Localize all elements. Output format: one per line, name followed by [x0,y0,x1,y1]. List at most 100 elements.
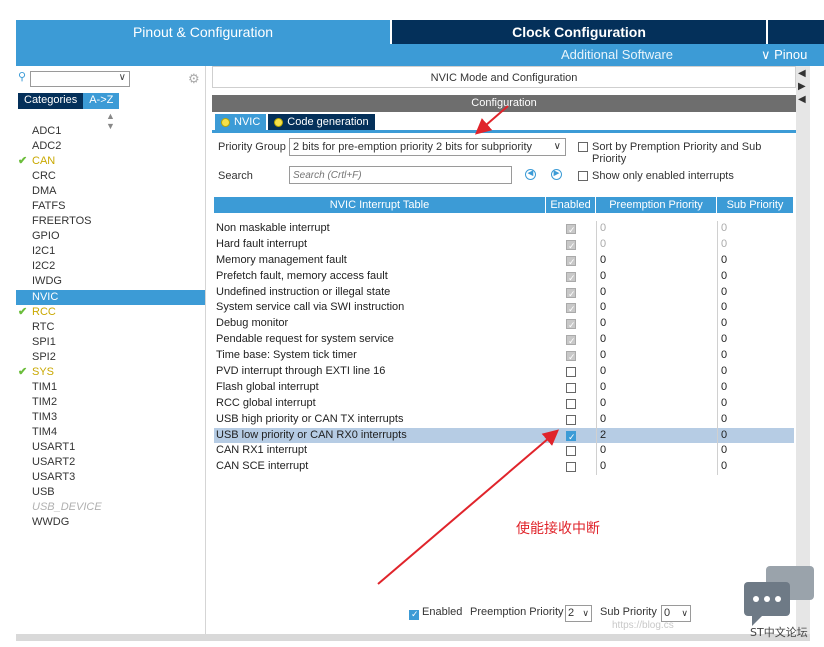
column-header-enabled[interactable]: Enabled [546,197,596,213]
horizontal-scrollbar[interactable] [16,634,810,641]
table-row[interactable]: CAN SCE interrupt 0 0 [214,459,794,476]
sidebar-item-can[interactable]: ✔ CAN [16,154,205,169]
sub-priority-cell[interactable]: 0 [717,348,794,365]
tab-pinout-view[interactable]: ∨ Pinou [761,47,807,63]
sidebar-item-usart3[interactable]: USART3 [16,470,205,485]
sidebar-item-usart2[interactable]: USART2 [16,455,205,470]
enabled-checkbox[interactable] [566,430,576,445]
preemption-priority-cell[interactable]: 0 [596,332,717,349]
sub-priority-cell[interactable]: 0 [717,379,794,396]
sub-priority-cell[interactable]: 0 [717,252,794,269]
enabled-checkbox[interactable] [566,367,576,378]
tab-pinout-configuration[interactable]: Pinout & Configuration [16,20,390,44]
table-row[interactable]: Debug monitor 00 [214,316,794,334]
sidebar-item-usart1[interactable]: USART1 [16,440,205,455]
sub-priority-cell[interactable]: 0 [717,459,794,476]
preemption-priority-cell[interactable]: 0 [596,379,717,396]
column-header-name[interactable]: NVIC Interrupt Table [214,197,546,213]
sidebar-item-freertos[interactable]: FREERTOS [16,214,205,229]
sidebar-item-tim4[interactable]: TIM4 [16,425,205,440]
sidebar-item-sys[interactable]: ✔ SYS [16,365,205,380]
sidebar-item-wwdg[interactable]: WWDG [16,515,205,530]
priority-group-select[interactable]: 2 bits for pre-emption priority 2 bits f… [289,138,566,156]
sidebar-item-usb[interactable]: USB [16,485,205,500]
table-row[interactable]: RCC global interrupt 0 0 [214,395,794,412]
sidebar-item-i2c1[interactable]: I2C1 [16,244,205,259]
sidebar-item-tim3[interactable]: TIM3 [16,410,205,425]
sub-priority-cell[interactable]: 0 [717,332,794,349]
enabled-checkbox[interactable] [566,382,576,393]
expand-icon[interactable]: ▶ [798,81,806,92]
table-row[interactable]: Hard fault interrupt 00 [214,236,794,255]
sidebar-item-nvic[interactable]: NVIC [16,289,205,305]
preemption-priority-cell[interactable]: 0 [596,348,717,365]
preemption-priority-cell[interactable]: 0 [596,236,717,253]
sub-priority-cell[interactable]: 0 [717,427,794,444]
collapse-icon[interactable]: ◀ [798,68,806,79]
table-row[interactable]: Memory management fault 00 [214,252,794,271]
preemption-priority-cell[interactable]: 0 [596,411,717,428]
sidebar-item-spi1[interactable]: SPI1 [16,335,205,350]
preemption-priority-cell[interactable]: 0 [596,300,717,317]
preemption-priority-cell[interactable]: 0 [596,395,717,412]
preemption-priority-cell[interactable]: 0 [596,443,717,460]
sub-priority-cell[interactable]: 0 [717,395,794,412]
sub-priority-cell[interactable]: 0 [717,236,794,253]
preemption-priority-cell[interactable]: 0 [596,268,717,285]
interrupt-search-input[interactable] [290,167,511,183]
tab-categories[interactable]: Categories [18,93,84,109]
sidebar-item-i2c2[interactable]: I2C2 [16,259,205,274]
bottom-enabled-checkbox[interactable] [409,609,419,620]
sidebar-item-usb-device[interactable]: USB_DEVICE [16,500,205,515]
sub-priority-cell[interactable]: 0 [717,221,794,237]
table-row[interactable]: Time base: System tick timer 00 [214,348,794,366]
tab-nvic[interactable]: NVIC [215,114,267,130]
sidebar-item-iwdg[interactable]: IWDG [16,274,205,289]
enabled-checkbox[interactable] [566,398,576,409]
tab-additional-software[interactable]: Additional Software [561,47,673,62]
preemption-priority-cell[interactable]: 0 [596,252,717,269]
tab-clock-configuration[interactable]: Clock Configuration [392,20,766,44]
preemption-priority-cell[interactable]: 0 [596,284,717,301]
preemption-priority-cell[interactable]: 0 [596,459,717,476]
sidebar-item-tim2[interactable]: TIM2 [16,395,205,410]
gear-icon[interactable]: ⚙ [188,71,200,87]
search-next-icon[interactable]: ▶ [551,169,562,180]
table-row[interactable]: Undefined instruction or illegal state 00 [214,284,794,302]
sub-priority-cell[interactable]: 0 [717,268,794,285]
sub-priority-cell[interactable]: 0 [717,284,794,301]
sidebar-item-rtc[interactable]: RTC [16,320,205,335]
preemption-priority-cell[interactable]: 0 [596,316,717,333]
sidebar-item-crc[interactable]: CRC [16,169,205,184]
sub-priority-cell[interactable]: 0 [717,300,794,317]
table-row[interactable]: PVD interrupt through EXTI line 16 0 0 [214,364,794,380]
sort-priority-checkbox[interactable] [578,142,588,152]
sidebar-item-spi2[interactable]: SPI2 [16,350,205,365]
preemption-priority-cell[interactable]: 0 [596,364,717,380]
show-enabled-checkbox[interactable] [578,171,588,181]
sidebar-item-fatfs[interactable]: FATFS [16,199,205,214]
search-prev-icon[interactable]: ◀ [525,169,536,180]
preemption-priority-cell[interactable]: 2 [596,427,717,444]
table-row[interactable]: Prefetch fault, memory access fault 00 [214,268,794,287]
table-row[interactable]: CAN RX1 interrupt 0 0 [214,443,794,460]
preemption-priority-cell[interactable]: 0 [596,221,717,237]
sidebar-item-rcc[interactable]: ✔ RCC [16,305,205,320]
sidebar-item-adc2[interactable]: ADC2 [16,139,205,154]
tab-code-generation[interactable]: Code generation [268,114,375,130]
sidebar-item-adc1[interactable]: ADC1 [16,124,205,139]
table-row[interactable]: System service call via SWI instruction 0… [214,300,794,318]
peripheral-search-input[interactable]: ∨ [30,71,130,87]
tab-tools[interactable] [768,20,824,44]
enabled-checkbox[interactable] [566,462,576,473]
sidebar-item-tim1[interactable]: TIM1 [16,380,205,395]
sub-priority-cell[interactable]: 0 [717,364,794,380]
enabled-checkbox[interactable] [566,414,576,425]
sidebar-item-dma[interactable]: DMA [16,184,205,199]
preemption-priority-select[interactable]: 2 ∨ [565,605,592,622]
tab-a-z[interactable]: A->Z [83,93,120,109]
collapse-icon[interactable]: ◀ [798,94,806,105]
table-row[interactable]: Pendable request for system service 00 [214,332,794,350]
interrupt-search-field[interactable] [289,166,512,184]
enabled-checkbox[interactable] [566,446,576,457]
